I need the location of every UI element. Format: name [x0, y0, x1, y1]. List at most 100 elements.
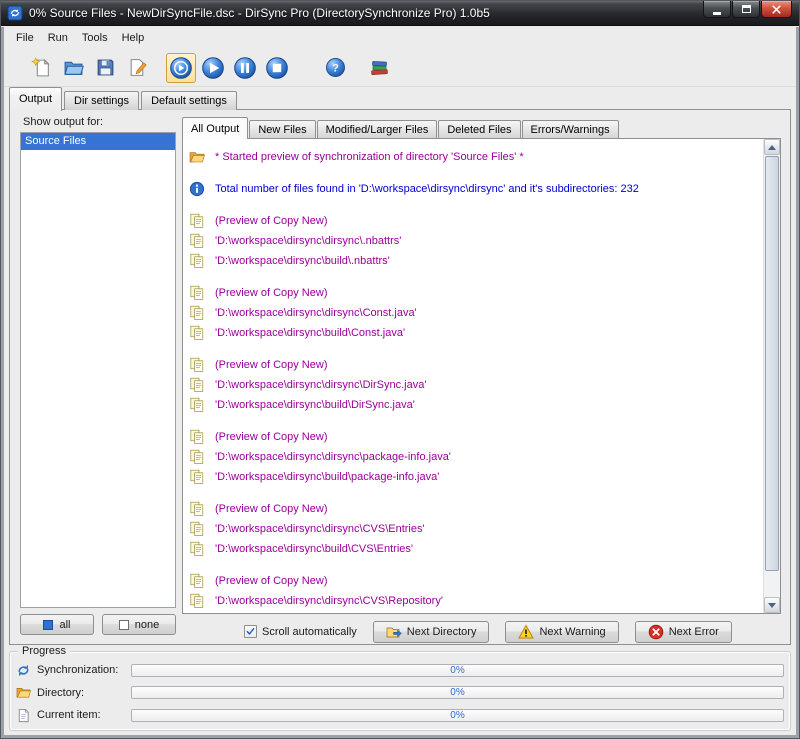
copy-icon — [189, 541, 205, 557]
run-button[interactable] — [198, 53, 228, 83]
scroll-up-button[interactable] — [764, 139, 780, 155]
scroll-automatically-checkbox[interactable]: Scroll automatically — [244, 625, 357, 638]
output-text: 'D:\workspace\dirsync\dirsync\DirSync.ja… — [215, 379, 427, 391]
stop-icon — [265, 56, 289, 80]
scroll-down-button[interactable] — [764, 597, 780, 613]
output-section: (Preview of Copy New) 'D:\workspace\dirsy… — [189, 211, 763, 271]
copy-icon — [189, 253, 205, 269]
open-button[interactable] — [58, 53, 88, 83]
output-text: 'D:\workspace\dirsync\dirsync\Const.java… — [215, 307, 417, 319]
tab-all-output[interactable]: All Output — [182, 117, 249, 139]
progress-row-directory: Directory: 0% — [16, 685, 784, 701]
scrollbar-thumb[interactable] — [765, 156, 779, 571]
output-text: (Preview of Copy New) — [215, 575, 328, 587]
output-line: 'D:\workspace\dirsync\build\CVS\Entries' — [189, 539, 763, 559]
output-text: (Preview of Copy New) — [215, 287, 328, 299]
output-source-list[interactable]: Source Files — [20, 132, 176, 608]
select-none-label: none — [134, 618, 160, 631]
new-file-button[interactable] — [26, 53, 56, 83]
save-button[interactable] — [90, 53, 120, 83]
output-tab-panel: Show output for: Source Files all none A… — [9, 109, 791, 645]
menu-run[interactable]: Run — [41, 29, 75, 47]
select-none-button[interactable]: none — [102, 614, 176, 635]
progress-bar: 0% — [131, 663, 784, 677]
menu-file[interactable]: File — [9, 29, 41, 47]
pause-button[interactable] — [230, 53, 260, 83]
output-line: (Preview of Copy New) — [189, 283, 763, 303]
main-tabs: Output Dir settings Default settings — [9, 87, 239, 111]
list-select-buttons: all none — [20, 614, 176, 635]
close-button[interactable] — [761, 1, 792, 18]
copy-icon — [189, 397, 205, 413]
sync-icon — [16, 663, 31, 678]
minimize-button[interactable] — [703, 1, 731, 18]
file-icon — [16, 708, 31, 723]
next-directory-button[interactable]: Next Directory — [372, 620, 490, 643]
progress-label: Directory: — [37, 686, 85, 699]
help-button[interactable]: ? — [320, 53, 350, 83]
output-line: 'D:\workspace\dirsync\dirsync\DirSync.ja… — [189, 375, 763, 395]
output-section: * Started preview of synchronization of … — [189, 147, 763, 167]
tab-output[interactable]: Output — [9, 87, 63, 111]
stop-button[interactable] — [262, 53, 292, 83]
tab-dir-settings[interactable]: Dir settings — [64, 91, 140, 110]
next-warning-button[interactable]: Next Warning — [505, 620, 619, 643]
copy-icon — [189, 469, 205, 485]
progress-group-title: Progress — [18, 645, 71, 657]
tab-modified-larger-files[interactable]: Modified/Larger Files — [316, 120, 438, 138]
maximize-icon — [741, 5, 751, 13]
output-text: * Started preview of synchronization of … — [215, 151, 524, 163]
menu-help[interactable]: Help — [115, 29, 152, 47]
edit-button[interactable] — [122, 53, 152, 83]
progress-bar: 0% — [131, 708, 784, 722]
open-icon — [63, 57, 84, 78]
copy-icon — [189, 593, 205, 609]
filled-checkbox-icon — [43, 619, 54, 630]
next-error-button[interactable]: Next Error — [634, 620, 732, 643]
output-section: (Preview of Copy New) 'D:\workspace\dirsy… — [189, 283, 763, 343]
titlebar[interactable]: 0% Source Files - NewDirSyncFile.dsc - D… — [1, 1, 799, 26]
app-window: 0% Source Files - NewDirSyncFile.dsc - D… — [0, 0, 800, 739]
button-label: Next Directory — [406, 625, 477, 638]
about-button[interactable] — [364, 53, 394, 83]
output-section: (Preview of Copy New) 'D:\workspace\dirsy… — [189, 355, 763, 415]
select-all-button[interactable]: all — [20, 614, 94, 635]
folder-icon — [189, 149, 205, 165]
vertical-scrollbar[interactable] — [763, 139, 780, 613]
menu-tools[interactable]: Tools — [75, 29, 115, 47]
output-text: (Preview of Copy New) — [215, 503, 328, 515]
copy-icon — [189, 521, 205, 537]
progress-bar: 0% — [131, 686, 784, 699]
preview-button[interactable] — [166, 52, 196, 83]
tab-default-settings[interactable]: Default settings — [141, 91, 237, 110]
button-label: Next Error — [668, 625, 719, 638]
list-item-source-files[interactable]: Source Files — [21, 133, 175, 150]
tab-deleted-files[interactable]: Deleted Files — [438, 120, 521, 138]
output-line: (Preview of Copy New) — [189, 571, 763, 591]
progress-label: Current item: — [37, 709, 101, 721]
copy-icon — [189, 357, 205, 373]
tab-new-files[interactable]: New Files — [249, 120, 316, 138]
info-icon — [189, 181, 205, 197]
output-line: 'D:\workspace\dirsync\build\Const.java' — [189, 323, 763, 343]
output-log: * Started preview of synchronization of … — [183, 139, 763, 613]
select-all-label: all — [59, 618, 71, 631]
progress-value: 0% — [450, 709, 465, 721]
output-line: 'D:\workspace\dirsync\build\package-info… — [189, 467, 763, 487]
svg-text:?: ? — [332, 62, 339, 74]
output-line: 'D:\workspace\dirsync\dirsync\Const.java… — [189, 303, 763, 323]
menubar: File Run Tools Help — [4, 27, 796, 49]
output-line: 'D:\workspace\dirsync\dirsync\CVS\Entrie… — [189, 519, 763, 539]
output-line: Total number of files found in 'D:\works… — [189, 179, 763, 199]
directory-icon — [386, 624, 402, 640]
maximize-button[interactable] — [732, 1, 760, 18]
output-section: (Preview of Copy New) 'D:\workspace\dirsy… — [189, 499, 763, 559]
button-label: Next Warning — [539, 625, 606, 638]
tab-errors-warnings[interactable]: Errors/Warnings — [521, 120, 619, 138]
app-icon — [7, 5, 23, 21]
output-line: 'D:\workspace\dirsync\dirsync\CVS\Reposi… — [189, 591, 763, 611]
empty-checkbox-icon — [118, 619, 129, 630]
output-text: 'D:\workspace\dirsync\dirsync\package-in… — [215, 451, 451, 463]
progress-row-synchronization: Synchronization: 0% — [16, 662, 784, 678]
output-text: 'D:\workspace\dirsync\build\Const.java' — [215, 327, 406, 339]
